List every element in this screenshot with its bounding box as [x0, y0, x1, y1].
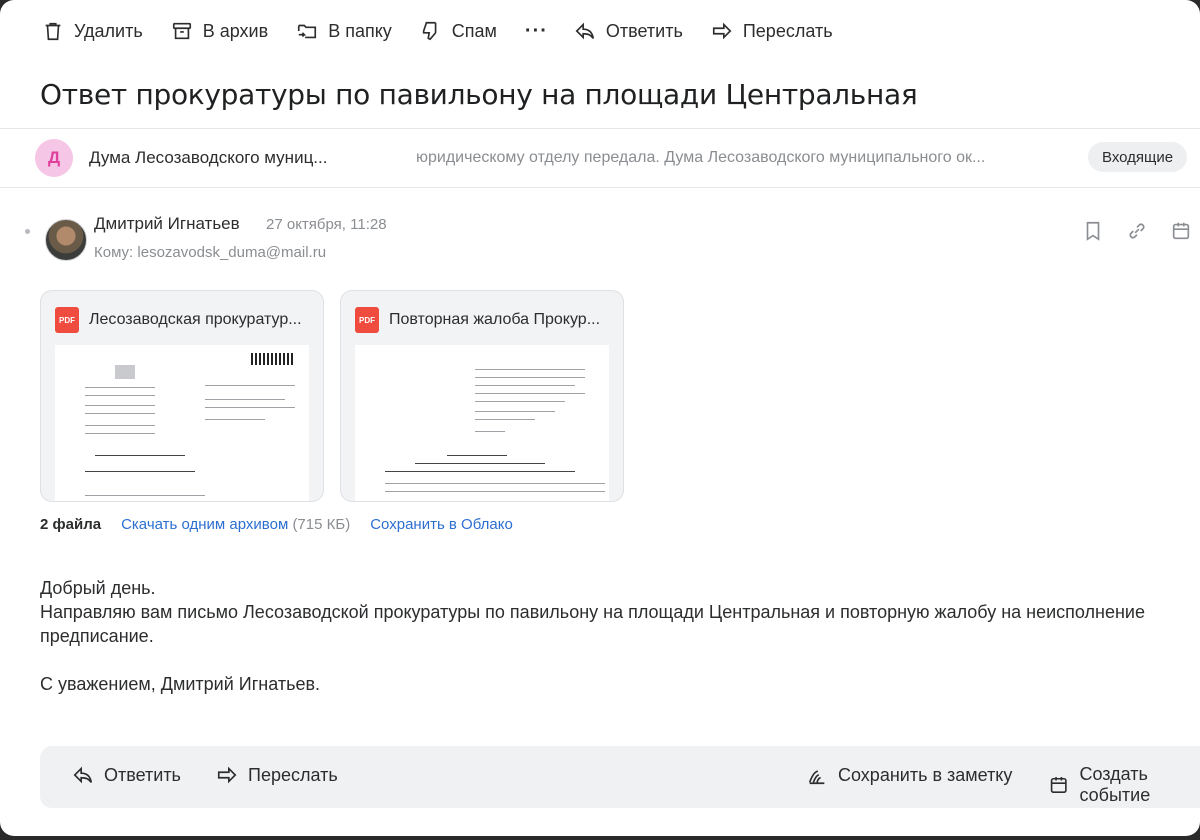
forward-label: Переслать [248, 764, 338, 785]
attachment-preview [355, 345, 609, 501]
create-event-button[interactable]: Создать событие [1048, 764, 1200, 806]
attachment-header: PDF Повторная жалоба Прокур... [355, 307, 600, 333]
message-actions [1082, 220, 1192, 242]
message-toolbar: Удалить В архив В папку Спам ··· Ответит… [42, 14, 861, 48]
message-body: Добрый день. Направляю вам письмо Лесоза… [40, 576, 1190, 696]
attachment-header: PDF Лесозаводская прокуратур... [55, 307, 302, 333]
trash-icon [45, 22, 61, 41]
reply-bar: Ответить Переслать Сохранить в заметку С… [40, 746, 1200, 808]
message-date: 27 октября, 11:28 [266, 216, 387, 233]
move-to-folder-button[interactable]: В папку [296, 20, 392, 42]
thread-avatar: Д [35, 139, 73, 177]
avatar[interactable] [45, 219, 87, 261]
message-subject: Ответ прокуратуры по павильону на площад… [40, 78, 918, 111]
reply-button[interactable]: Ответить [574, 20, 683, 42]
files-count: 2 файла [40, 516, 102, 533]
calendar-icon[interactable] [1170, 220, 1192, 242]
download-archive-link[interactable]: Скачать одним архивом [121, 516, 288, 533]
move-to-folder-label: В папку [328, 20, 392, 41]
thread-sender: Дума Лесозаводского муниц... [89, 148, 328, 167]
attachment-name: Повторная жалоба Прокур... [389, 311, 601, 328]
calendar-icon [1050, 776, 1067, 793]
attachment-preview [55, 345, 309, 501]
save-note-button[interactable]: Сохранить в заметку [806, 764, 1012, 786]
spam-button[interactable]: Спам [420, 20, 497, 42]
forward-button[interactable]: Переслать [711, 20, 833, 42]
forward-icon [712, 22, 732, 40]
recipient: Кому: lesozavodsk_duma@mail.ru [94, 244, 327, 261]
archive-size: (715 КБ) [292, 516, 351, 533]
greeting: Добрый день. [40, 578, 156, 598]
archive-button[interactable]: В архив [171, 20, 268, 42]
attachment-card[interactable]: PDF Повторная жалоба Прокур... [340, 290, 624, 502]
reply-icon [575, 22, 594, 40]
delete-button[interactable]: Удалить [42, 20, 143, 42]
forward-icon [217, 766, 237, 784]
delete-label: Удалить [74, 20, 143, 41]
create-event-label: Создать событие [1079, 764, 1151, 805]
signature: С уважением, Дмитрий Игнатьев. [40, 674, 321, 694]
thread-item[interactable]: Д Дума Лесозаводского муниц... юридическ… [0, 128, 1200, 188]
save-note-label: Сохранить в заметку [838, 764, 1013, 785]
note-icon [808, 770, 825, 785]
forward-button-bottom[interactable]: Переслать [216, 764, 338, 786]
folder-badge[interactable]: Входящие [1088, 142, 1188, 172]
attachment-name: Лесозаводская прокуратур... [89, 311, 302, 328]
reply-label: Ответить [605, 20, 683, 41]
unread-dot [25, 229, 30, 234]
sender-name[interactable]: Дмитрий Игнатьев [94, 214, 240, 234]
save-to-cloud-link[interactable]: Сохранить в Облако [370, 516, 513, 533]
attachment-card[interactable]: PDF Лесозаводская прокуратур... [40, 290, 324, 502]
archive-label: В архив [202, 20, 269, 41]
body-paragraph: Направляю вам письмо Лесозаводской проку… [40, 602, 1145, 646]
reply-label: Ответить [104, 764, 181, 785]
thumbs-down-icon [422, 21, 437, 41]
pdf-icon: PDF [355, 307, 379, 333]
bookmark-icon[interactable] [1082, 220, 1104, 242]
link-icon[interactable] [1126, 220, 1148, 242]
forward-label: Переслать [742, 20, 833, 41]
pdf-icon: PDF [55, 307, 79, 333]
archive-icon [172, 22, 191, 40]
attachments-summary: 2 файла Скачать одним архивом (715 КБ) С… [40, 516, 513, 533]
more-button[interactable]: ··· [525, 20, 548, 43]
mail-window: Удалить В архив В папку Спам ··· Ответит… [0, 0, 1200, 836]
thread-snippet: юридическому отделу передала. Дума Лесоз… [416, 149, 986, 166]
spam-label: Спам [451, 20, 497, 41]
reply-icon [73, 766, 93, 784]
reply-button-bottom[interactable]: Ответить [72, 764, 181, 786]
folder-move-icon [298, 24, 317, 39]
